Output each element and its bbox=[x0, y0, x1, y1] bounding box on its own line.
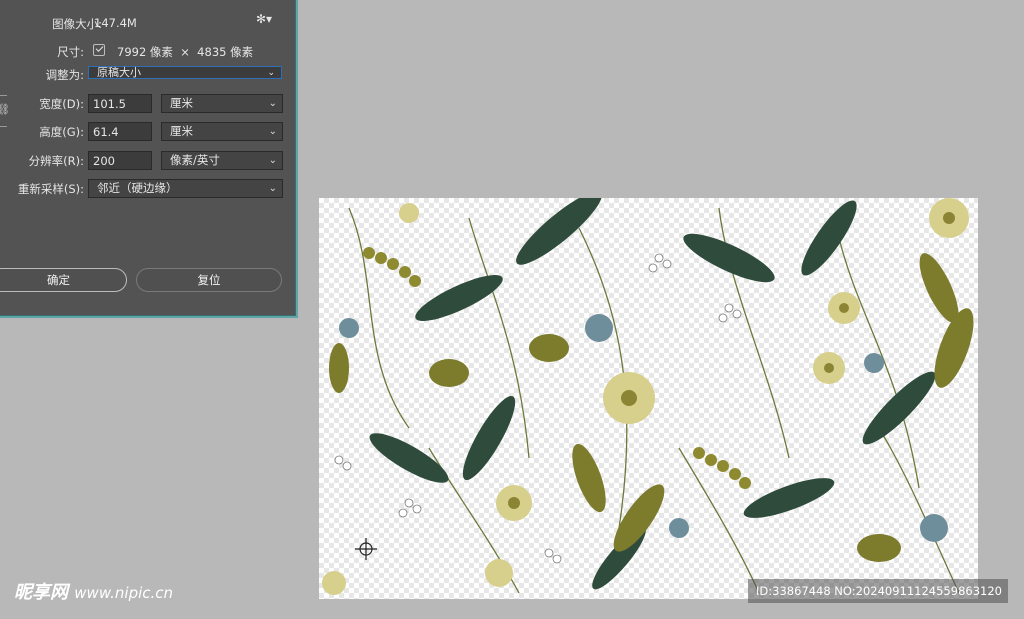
chevron-down-icon: ⌄ bbox=[268, 98, 277, 109]
watermark-brand: 昵享网 www.nipic.cn bbox=[14, 578, 173, 604]
width-unit-select[interactable]: 厘米 ⌄ bbox=[161, 94, 283, 113]
resample-select[interactable]: 邻近（硬边缘） ⌄ bbox=[88, 179, 283, 198]
height-input[interactable]: 61.4 bbox=[88, 122, 152, 141]
dimensions-dropdown[interactable] bbox=[93, 44, 105, 56]
fit-to-value: 原稿大小 bbox=[97, 66, 141, 79]
image-size-label: 图像大小: bbox=[52, 17, 102, 31]
chevron-down-icon: ⌄ bbox=[267, 68, 275, 78]
image-size-value: 147.4M bbox=[94, 16, 137, 30]
chevron-down-icon: ⌄ bbox=[268, 126, 277, 137]
watermark-brand-text: 昵享网 bbox=[14, 582, 68, 603]
resample-label: 重新采样(S): bbox=[17, 182, 84, 196]
gear-icon[interactable]: ✻▾ bbox=[256, 12, 272, 26]
resolution-label: 分辨率(R): bbox=[28, 154, 84, 168]
botanical-pattern-image bbox=[322, 198, 974, 595]
fit-to-select[interactable]: 原稿大小 ⌄ bbox=[88, 66, 282, 79]
watermark-id: ID:33867448 NO:20240911124559863120 bbox=[748, 579, 1008, 603]
constrain-proportions-link[interactable]: ⛓ bbox=[0, 95, 10, 127]
resolution-unit-value: 像素/英寸 bbox=[170, 153, 220, 167]
height-unit-value: 厘米 bbox=[170, 124, 193, 138]
ok-button[interactable]: 确定 bbox=[0, 268, 127, 292]
width-label: 宽度(D): bbox=[39, 97, 84, 111]
watermark-url: www.nipic.cn bbox=[74, 584, 174, 602]
height-label: 高度(G): bbox=[39, 125, 84, 139]
image-size-dialog: 图像大小: 147.4M ✻▾ 尺寸: 7992 像素 × 4835 像素 调整… bbox=[0, 0, 298, 318]
resample-value: 邻近（硬边缘） bbox=[97, 181, 178, 195]
crosshair-cursor-icon bbox=[355, 538, 377, 560]
width-unit-value: 厘米 bbox=[170, 96, 193, 110]
dimensions-value: 7992 像素 × 4835 像素 bbox=[117, 45, 254, 59]
reset-button[interactable]: 复位 bbox=[136, 268, 282, 292]
dimensions-label: 尺寸: bbox=[57, 45, 84, 59]
resolution-unit-select[interactable]: 像素/英寸 ⌄ bbox=[161, 151, 283, 170]
document-canvas[interactable] bbox=[319, 198, 978, 599]
height-unit-select[interactable]: 厘米 ⌄ bbox=[161, 122, 283, 141]
width-input[interactable]: 101.5 bbox=[88, 94, 152, 113]
fit-to-label: 调整为: bbox=[45, 68, 84, 82]
chevron-down-icon: ⌄ bbox=[268, 183, 277, 194]
chevron-down-icon: ⌄ bbox=[268, 155, 277, 166]
resolution-input[interactable]: 200 bbox=[88, 151, 152, 170]
link-icon: ⛓ bbox=[0, 104, 10, 116]
